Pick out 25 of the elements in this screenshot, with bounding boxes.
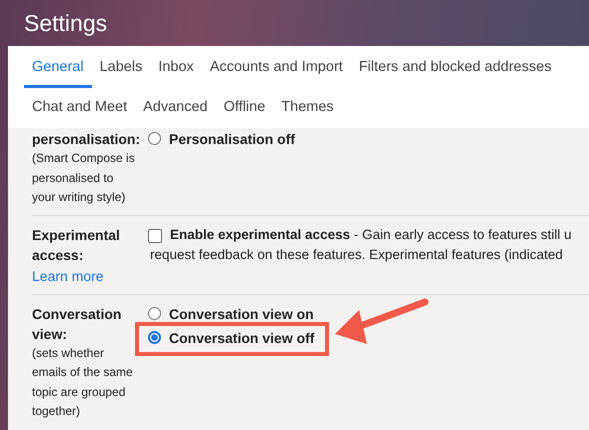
settings-tab[interactable]: Chat and Meet [24,88,136,128]
option-text: request feedback on these features. Experimental features (indicated [150,246,564,264]
settings-tab[interactable]: General [24,48,92,88]
setting-description: (Smart Compose is personalised to your writing style) [32,150,136,206]
settings-tab[interactable]: Themes [273,88,342,128]
checkbox[interactable] [148,228,162,242]
option-label: Personalisation off [169,130,296,149]
settings-tab[interactable]: Inbox [150,48,202,88]
setting-description: (sets whether emails of the same topic are grouped together) [32,344,134,420]
settings-tab[interactable]: Advanced [135,88,216,128]
radio-button[interactable] [148,132,161,145]
settings-tab[interactable]: Offline [216,88,274,128]
radio-button[interactable] [148,306,161,320]
radio-button[interactable] [148,330,161,344]
learn-more-link[interactable]: Learn more [32,264,140,286]
setting-label: Experimental access: [32,226,121,264]
page-title: Settings [23,9,108,38]
settings-tab[interactable]: Accounts and Import [202,48,351,88]
setting-label: personalisation: [32,130,140,149]
option-label: Conversation view off [169,328,314,348]
settings-tab[interactable]: Labels [92,48,150,88]
setting-label: Conversation view: [32,304,122,344]
option-text: Enable experimental access - Gain early access to features still u [170,226,572,244]
settings-tab[interactable]: Filters and blocked addresses [350,48,560,88]
option-label: Conversation view on [169,304,314,324]
